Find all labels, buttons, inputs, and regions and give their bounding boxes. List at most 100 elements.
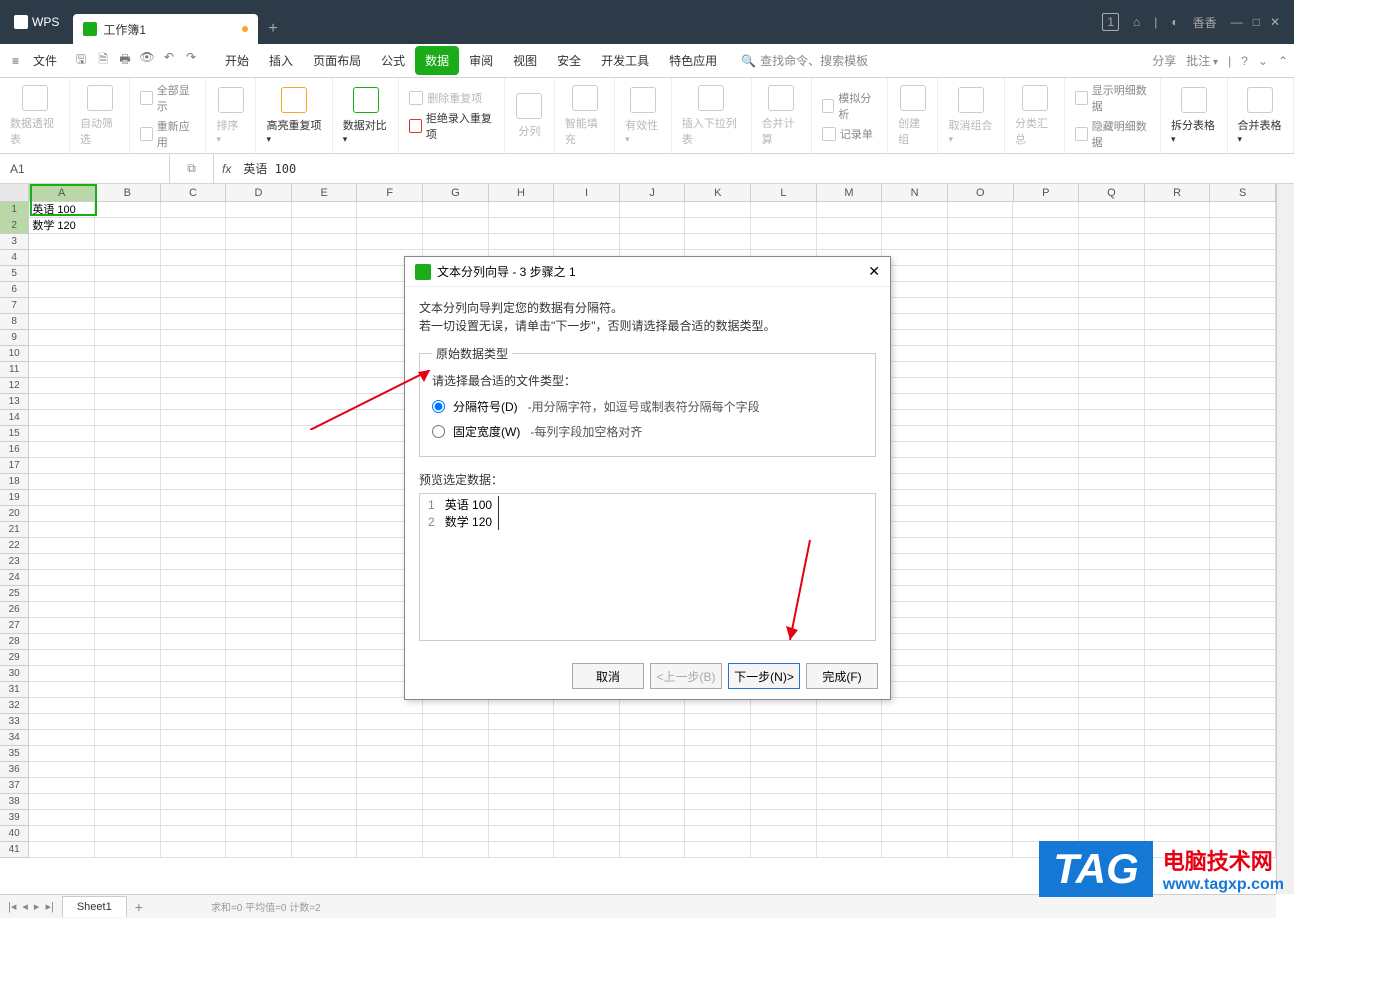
cell-Q38[interactable] <box>1079 794 1145 810</box>
cell-H3[interactable] <box>489 234 555 250</box>
cell-E34[interactable] <box>292 730 358 746</box>
reapply-button[interactable]: 重新应用 <box>140 118 195 150</box>
cell-P39[interactable] <box>1013 810 1079 826</box>
col-header-R[interactable]: R <box>1145 184 1211 201</box>
cell-C13[interactable] <box>161 394 227 410</box>
cell-S32[interactable] <box>1210 698 1276 714</box>
cell-Q27[interactable] <box>1079 618 1145 634</box>
cell-C39[interactable] <box>161 810 227 826</box>
cell-C3[interactable] <box>161 234 227 250</box>
cell-C30[interactable] <box>161 666 227 682</box>
cell-E40[interactable] <box>292 826 358 842</box>
cell-D14[interactable] <box>226 410 292 426</box>
insert-dropdown-button[interactable]: 插入下拉列表 <box>672 78 752 153</box>
cell-A13[interactable] <box>29 394 95 410</box>
cell-P19[interactable] <box>1013 490 1079 506</box>
cell-Q32[interactable] <box>1079 698 1145 714</box>
cell-N5[interactable] <box>882 266 948 282</box>
user-avatar-icon[interactable]: ◐ <box>1171 15 1178 29</box>
cell-R14[interactable] <box>1145 410 1211 426</box>
cell-I1[interactable] <box>554 202 620 218</box>
cell-G34[interactable] <box>423 730 489 746</box>
cell-D41[interactable] <box>226 842 292 858</box>
cell-S29[interactable] <box>1210 650 1276 666</box>
cell-Q4[interactable] <box>1079 250 1145 266</box>
cell-C9[interactable] <box>161 330 227 346</box>
cell-J3[interactable] <box>620 234 686 250</box>
cell-D24[interactable] <box>226 570 292 586</box>
cell-N40[interactable] <box>882 826 948 842</box>
cell-R22[interactable] <box>1145 538 1211 554</box>
cell-E9[interactable] <box>292 330 358 346</box>
cell-A25[interactable] <box>29 586 95 602</box>
cell-C12[interactable] <box>161 378 227 394</box>
cell-H1[interactable] <box>489 202 555 218</box>
dialog-close-button[interactable]: ✕ <box>868 263 880 280</box>
cell-R30[interactable] <box>1145 666 1211 682</box>
cell-E12[interactable] <box>292 378 358 394</box>
cell-C14[interactable] <box>161 410 227 426</box>
next-button[interactable]: 下一步(N)> <box>728 663 800 689</box>
cell-G3[interactable] <box>423 234 489 250</box>
cell-S8[interactable] <box>1210 314 1276 330</box>
cell-S24[interactable] <box>1210 570 1276 586</box>
pivot-table-button[interactable]: 数据透视表 <box>0 78 70 153</box>
cell-S35[interactable] <box>1210 746 1276 762</box>
cell-A20[interactable] <box>29 506 95 522</box>
cell-G37[interactable] <box>423 778 489 794</box>
cell-N16[interactable] <box>882 442 948 458</box>
formula-input[interactable]: 英语 100 <box>239 160 1294 177</box>
sort-button[interactable]: 排序 <box>206 78 256 153</box>
cell-H38[interactable] <box>489 794 555 810</box>
cell-P23[interactable] <box>1013 554 1079 570</box>
cell-H2[interactable] <box>489 218 555 234</box>
cell-O7[interactable] <box>948 298 1014 314</box>
cell-E7[interactable] <box>292 298 358 314</box>
cell-H39[interactable] <box>489 810 555 826</box>
cell-R37[interactable] <box>1145 778 1211 794</box>
print-icon[interactable]: 🖶 <box>117 50 133 71</box>
cell-R23[interactable] <box>1145 554 1211 570</box>
cell-B15[interactable] <box>95 426 161 442</box>
cell-O38[interactable] <box>948 794 1014 810</box>
cell-O35[interactable] <box>948 746 1014 762</box>
cell-C4[interactable] <box>161 250 227 266</box>
row-header[interactable]: 39 <box>0 810 29 826</box>
cell-O3[interactable] <box>948 234 1014 250</box>
cell-C22[interactable] <box>161 538 227 554</box>
cell-M39[interactable] <box>817 810 883 826</box>
cell-A15[interactable] <box>29 426 95 442</box>
cell-B11[interactable] <box>95 362 161 378</box>
col-header-H[interactable]: H <box>489 184 555 201</box>
cell-O4[interactable] <box>948 250 1014 266</box>
cell-P38[interactable] <box>1013 794 1079 810</box>
cell-Q13[interactable] <box>1079 394 1145 410</box>
row-header[interactable]: 5 <box>0 266 29 282</box>
cell-A40[interactable] <box>29 826 95 842</box>
cell-R13[interactable] <box>1145 394 1211 410</box>
row-header[interactable]: 34 <box>0 730 29 746</box>
row-header[interactable]: 7 <box>0 298 29 314</box>
vertical-scrollbar[interactable] <box>1276 184 1294 894</box>
cell-J1[interactable] <box>620 202 686 218</box>
cell-M37[interactable] <box>817 778 883 794</box>
cell-C26[interactable] <box>161 602 227 618</box>
col-header-F[interactable]: F <box>357 184 423 201</box>
cell-O40[interactable] <box>948 826 1014 842</box>
cell-O8[interactable] <box>948 314 1014 330</box>
merge-table-button[interactable]: 合并表格 <box>1228 78 1294 153</box>
row-header[interactable]: 2 <box>0 218 29 234</box>
cell-N38[interactable] <box>882 794 948 810</box>
app-logo[interactable]: WPS <box>0 0 73 44</box>
file-menu[interactable]: 文件 <box>25 52 65 69</box>
cell-D6[interactable] <box>226 282 292 298</box>
col-header-A[interactable]: A <box>29 184 95 201</box>
new-tab-button[interactable]: + <box>258 14 288 44</box>
cell-D10[interactable] <box>226 346 292 362</box>
cell-E39[interactable] <box>292 810 358 826</box>
cell-C23[interactable] <box>161 554 227 570</box>
cell-I40[interactable] <box>554 826 620 842</box>
cell-R12[interactable] <box>1145 378 1211 394</box>
cell-C6[interactable] <box>161 282 227 298</box>
cell-O32[interactable] <box>948 698 1014 714</box>
